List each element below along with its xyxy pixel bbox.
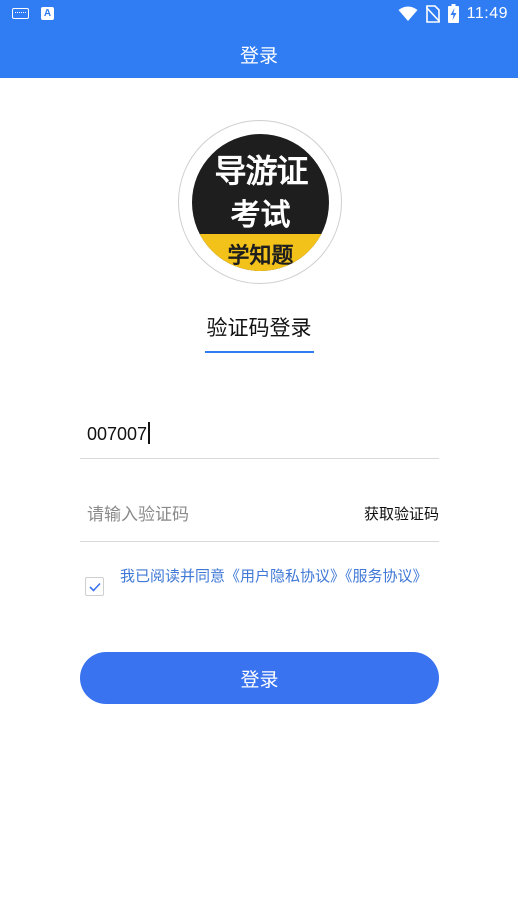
no-sim-icon bbox=[425, 4, 440, 23]
tab-active-indicator bbox=[205, 351, 314, 353]
tab-code-login[interactable]: 验证码登录 bbox=[0, 312, 518, 342]
checkmark-icon bbox=[89, 582, 101, 592]
a-notification-icon: A bbox=[41, 7, 54, 20]
phone-number-text: 007007 bbox=[87, 424, 148, 444]
logo-line-2: 考试 bbox=[230, 198, 291, 233]
verification-code-field: 获取验证码 bbox=[80, 494, 439, 542]
logo-image: 导游证 考试 学知题 bbox=[192, 134, 329, 271]
app-logo: 导游证 考试 学知题 bbox=[178, 120, 342, 284]
login-button[interactable]: 登录 bbox=[80, 652, 439, 704]
get-code-button[interactable]: 获取验证码 bbox=[364, 503, 439, 524]
verification-code-input[interactable] bbox=[87, 500, 317, 530]
logo-line-1: 导游证 bbox=[214, 152, 308, 190]
app-bar: 登录 bbox=[0, 28, 518, 78]
agreement-checkbox[interactable] bbox=[85, 577, 104, 596]
battery-charging-icon bbox=[447, 4, 459, 23]
logo-line-3: 学知题 bbox=[227, 244, 294, 269]
phone-field[interactable]: 007007 bbox=[80, 414, 439, 459]
status-bar: A 11:49 bbox=[0, 0, 518, 28]
keyboard-icon bbox=[12, 8, 29, 19]
agreement-text[interactable]: 我已阅读并同意《用户隐私协议》《服务协议》 bbox=[120, 564, 438, 588]
text-cursor bbox=[148, 422, 150, 444]
page-title: 登录 bbox=[239, 45, 278, 67]
wifi-icon bbox=[398, 6, 418, 21]
phone-input-value[interactable]: 007007 bbox=[87, 422, 150, 445]
status-time: 11:49 bbox=[466, 4, 508, 22]
